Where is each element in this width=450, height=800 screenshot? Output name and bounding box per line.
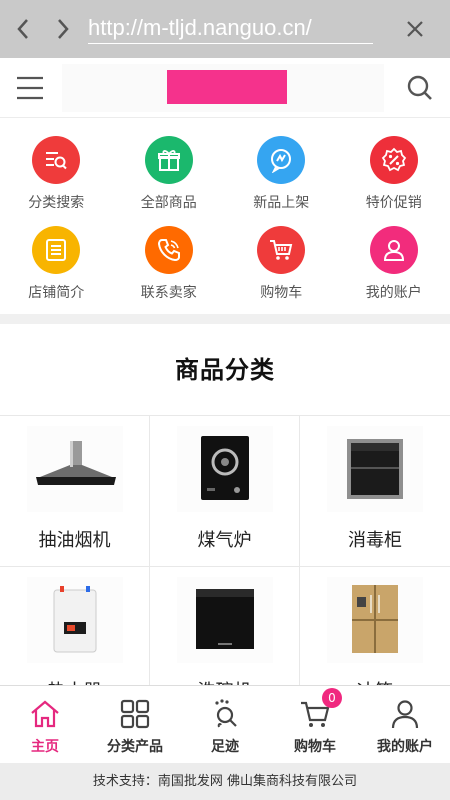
quick-link-label: 特价促销 (365, 195, 422, 211)
category-item[interactable]: 消毒柜 (300, 416, 450, 566)
quick-link-label: 购物车 (260, 285, 303, 301)
menu-button[interactable] (16, 75, 44, 101)
quick-link-phone[interactable]: 联系卖家 (113, 226, 226, 316)
category-label: 冰箱 (357, 677, 393, 685)
bottom-nav-label: 我的账户 (377, 739, 433, 755)
user-icon (369, 226, 418, 274)
cart-icon (257, 226, 306, 274)
store-info-icon (32, 226, 81, 274)
chevron-left-icon (17, 19, 28, 39)
category-label: 抽油烟机 (38, 530, 111, 551)
category-row: 抽油烟机 煤气炉 消毒柜 (0, 416, 450, 567)
quick-link-new-product[interactable]: 新品上架 (225, 136, 338, 226)
quick-link-user[interactable]: 我的账户 (338, 226, 450, 316)
category-label: 煤气炉 (197, 530, 252, 551)
address-bar[interactable]: http://m-tljd.nanguo.cn/ (88, 12, 373, 44)
quick-link-category-search[interactable]: 分类搜索 (0, 136, 113, 226)
bottom-nav-label: 足迹 (211, 739, 239, 755)
category-grid: 抽油烟机 煤气炉 消毒柜热水器 洗碗机 冰箱 (0, 415, 450, 685)
category-item[interactable]: 煤气炉 (150, 416, 300, 566)
quick-links-grid: 分类搜索 全部商品 新品上架 特价促销店铺简介 联系卖家 购物车 我的账户 (0, 118, 450, 314)
quick-link-cart[interactable]: 购物车 (225, 226, 338, 316)
quick-link-label: 新品上架 (253, 195, 310, 211)
bottom-nav-home[interactable]: 主页 (0, 686, 90, 764)
section-divider (0, 314, 450, 324)
bottom-nav-label: 购物车 (294, 739, 336, 755)
home-icon (29, 698, 61, 730)
quick-link-label: 分类搜索 (28, 195, 85, 211)
water-heater-image (26, 577, 123, 663)
quick-link-discount[interactable]: 特价促销 (338, 136, 450, 226)
bottom-nav-label: 分类产品 (107, 739, 163, 755)
bottom-nav-grid[interactable]: 分类产品 (90, 686, 180, 764)
gas-stove-image (176, 426, 273, 512)
back-button[interactable] (8, 14, 38, 44)
quick-link-label: 店铺简介 (28, 285, 85, 301)
category-label: 洗碗机 (198, 677, 252, 685)
forward-button[interactable] (48, 14, 78, 44)
chevron-right-icon (58, 19, 69, 39)
search-button[interactable] (406, 74, 434, 102)
site-logo[interactable] (167, 70, 287, 104)
bottom-nav-user[interactable]: 我的账户 (360, 686, 450, 764)
bottom-nav-cart[interactable]: 购物车 0 (270, 686, 360, 764)
quick-link-label: 联系卖家 (140, 285, 197, 301)
user-icon (389, 698, 421, 730)
category-item[interactable]: 洗碗机 (150, 567, 300, 685)
discount-icon (369, 136, 418, 184)
cart-count-badge: 0 (322, 688, 342, 708)
category-item[interactable]: 热水器 (0, 567, 150, 685)
footprint-icon (209, 698, 241, 730)
category-item[interactable]: 抽油烟机 (0, 416, 150, 566)
refrigerator-image (327, 577, 423, 663)
close-icon (407, 21, 423, 37)
quick-link-gift[interactable]: 全部商品 (113, 136, 226, 226)
category-row: 热水器 洗碗机 冰箱 (0, 567, 450, 685)
new-product-icon (257, 136, 306, 184)
category-label: 消毒柜 (348, 530, 402, 551)
dishwasher-image (176, 577, 273, 663)
close-button[interactable] (402, 16, 428, 42)
category-label: 热水器 (48, 677, 102, 685)
section-title: 商品分类 (175, 356, 275, 384)
site-header (0, 58, 450, 118)
bottom-nav: 主页 分类产品 足迹 购物车 0 我的账户 (0, 685, 450, 763)
quick-link-label: 我的账户 (365, 285, 422, 301)
footer-credits: 技术支持：南国批发网 佛山集商科技有限公司 (0, 763, 450, 800)
quick-link-store-info[interactable]: 店铺简介 (0, 226, 113, 316)
phone-icon (144, 226, 193, 274)
search-icon (407, 75, 432, 100)
gift-icon (144, 136, 193, 184)
browser-toolbar: http://m-tljd.nanguo.cn/ (0, 0, 450, 58)
quick-link-label: 全部商品 (140, 195, 197, 211)
disinfection-cabinet-image (327, 426, 423, 512)
bottom-nav-label: 主页 (31, 739, 59, 755)
category-search-icon (32, 136, 81, 184)
grid-icon (119, 698, 151, 730)
range-hood-image (26, 426, 123, 512)
category-item[interactable]: 冰箱 (300, 567, 450, 685)
hamburger-icon (17, 76, 43, 100)
bottom-nav-footprint[interactable]: 足迹 (180, 686, 270, 764)
